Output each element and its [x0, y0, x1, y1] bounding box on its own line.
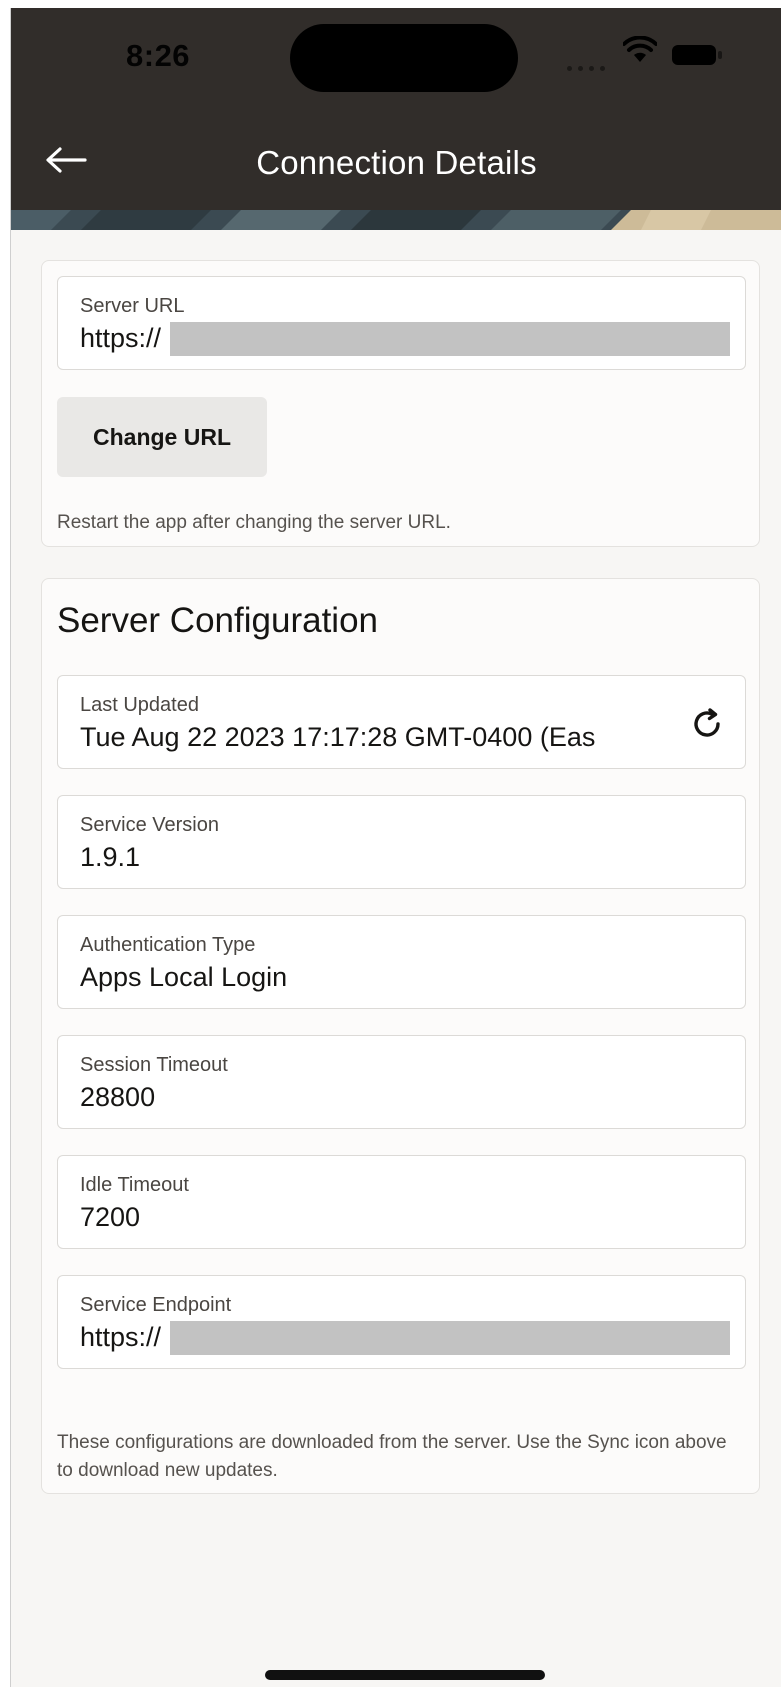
- idle-timeout-label: Idle Timeout: [80, 1174, 189, 1196]
- dynamic-island: [290, 24, 518, 92]
- service-version-field: Service Version 1.9.1: [57, 795, 746, 889]
- sync-icon: [694, 708, 720, 737]
- idle-timeout-value: 7200: [80, 1202, 141, 1232]
- session-timeout-field: Session Timeout 28800: [57, 1035, 746, 1129]
- last-updated-field: Last Updated Tue Aug 22 2023 17:17:28 GM…: [57, 675, 746, 769]
- configuration-hint: These configurations are downloaded from…: [57, 1432, 727, 1481]
- service-version-value: 1.9.1: [80, 842, 141, 872]
- session-timeout-label: Session Timeout: [80, 1054, 228, 1076]
- battery-icon: [672, 45, 722, 65]
- authentication-type-label: Authentication Type: [80, 934, 256, 956]
- server-configuration-card: Server Configuration Last Updated Tue Au…: [41, 578, 760, 1494]
- app-screen: 8:26 Connection Details Server URL https…: [10, 8, 781, 1687]
- wifi-icon: [623, 36, 657, 62]
- redacted-endpoint: [170, 1321, 730, 1355]
- server-configuration-title: Server Configuration: [57, 601, 378, 640]
- idle-timeout-field: Idle Timeout 7200: [57, 1155, 746, 1249]
- service-version-label: Service Version: [80, 814, 219, 836]
- authentication-type-value: Apps Local Login: [80, 962, 288, 992]
- change-url-button[interactable]: Change URL: [57, 397, 267, 477]
- server-url-value: https://: [80, 323, 162, 353]
- sync-button[interactable]: [687, 704, 727, 744]
- service-endpoint-value: https://: [80, 1322, 162, 1352]
- header-decorative-pattern: [11, 210, 781, 230]
- redacted-url: [170, 322, 730, 356]
- authentication-type-field: Authentication Type Apps Local Login: [57, 915, 746, 1009]
- page-title: Connection Details: [256, 144, 537, 181]
- server-url-card: Server URL https:// Change URL Restart t…: [41, 260, 760, 547]
- last-updated-value: Tue Aug 22 2023 17:17:28 GMT-0400 (Eas: [80, 722, 596, 752]
- session-timeout-value: 28800: [80, 1082, 156, 1112]
- service-endpoint-label: Service Endpoint: [80, 1294, 232, 1316]
- cellular-signal-icon: [567, 58, 613, 71]
- last-updated-label: Last Updated: [80, 694, 199, 716]
- server-url-label: Server URL: [80, 295, 185, 317]
- restart-hint: Restart the app after changing the serve…: [57, 512, 451, 533]
- server-url-field[interactable]: Server URL https://: [57, 276, 746, 370]
- service-endpoint-field: Service Endpoint https://: [57, 1275, 746, 1369]
- status-bar-time: 8:26: [126, 38, 191, 73]
- home-indicator: [265, 1670, 545, 1680]
- app-header: 8:26 Connection Details: [11, 8, 781, 230]
